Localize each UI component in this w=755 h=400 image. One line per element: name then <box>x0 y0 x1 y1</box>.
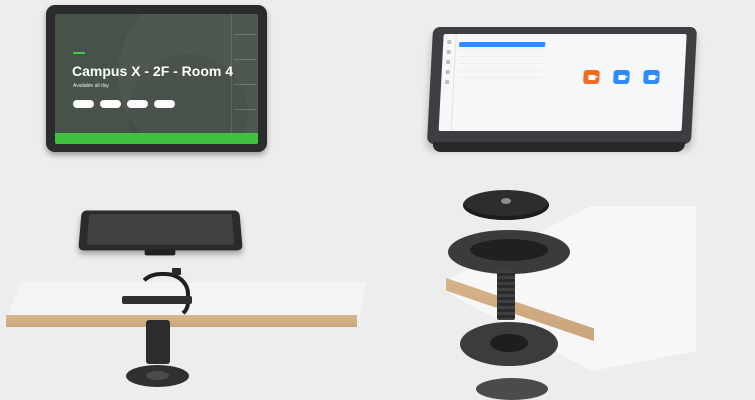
camera-icon <box>617 74 626 80</box>
tablet-stand <box>144 249 176 256</box>
timeline-tick <box>234 109 256 110</box>
timeline-tick <box>234 34 256 35</box>
share-screen-button[interactable] <box>643 70 660 84</box>
availability-status: Available all day <box>73 83 110 89</box>
meeting-list <box>455 38 546 131</box>
day-timeline <box>231 14 258 135</box>
meeting-item[interactable] <box>457 75 544 78</box>
new-meeting-action[interactable] <box>581 70 602 86</box>
washer <box>476 378 548 400</box>
tablet-base <box>432 142 686 152</box>
meeting-item[interactable] <box>457 68 544 71</box>
booking-screen: Campus X - 2F - Room 4 Available all day <box>55 14 258 144</box>
join-button[interactable] <box>613 70 630 84</box>
timeline-header <box>232 14 258 17</box>
mounted-tablet-screen <box>86 214 235 245</box>
room-name: Campus X - 2F - Room 4 <box>72 63 234 79</box>
nav-icon[interactable] <box>445 80 450 84</box>
meeting-actions <box>581 70 662 86</box>
status-badge <box>73 52 85 54</box>
time-button[interactable] <box>127 100 148 108</box>
mount-post <box>146 320 170 364</box>
threaded-bolt <box>497 270 515 320</box>
product-scene: Campus X - 2F - Room 4 Available all day <box>0 0 755 400</box>
share-screen-action[interactable] <box>641 70 662 86</box>
nav-icon[interactable] <box>447 40 452 44</box>
controller-sidebar <box>438 34 457 131</box>
meeting-item[interactable] <box>458 61 545 64</box>
mounted-tablet <box>78 210 243 256</box>
clamp-plate <box>122 296 192 304</box>
camera-icon <box>587 74 596 80</box>
booking-action-bar <box>55 133 258 144</box>
time-button[interactable] <box>100 100 121 108</box>
meeting-controller-tablet <box>426 27 698 152</box>
mount-ring <box>448 230 570 274</box>
cable-plug <box>172 268 181 275</box>
nav-icon[interactable] <box>445 70 450 74</box>
join-action[interactable] <box>611 70 632 86</box>
nav-icon[interactable] <box>446 60 451 64</box>
mount-cap <box>463 190 549 220</box>
controller-screen <box>438 34 687 131</box>
locking-nut <box>460 322 558 366</box>
meeting-item[interactable] <box>458 54 545 57</box>
time-button[interactable] <box>154 100 175 108</box>
nav-icon[interactable] <box>446 50 451 54</box>
time-button-group <box>73 100 175 108</box>
time-button[interactable] <box>73 100 94 108</box>
mount-base-disk <box>126 365 189 387</box>
timeline-tick <box>234 84 256 85</box>
timeline-tick <box>234 59 256 60</box>
new-meeting-button[interactable] <box>583 70 600 84</box>
room-booking-tablet: Campus X - 2F - Room 4 Available all day <box>46 5 267 152</box>
start-meeting-button[interactable] <box>459 42 546 47</box>
share-screen-icon <box>647 74 656 80</box>
meeting-item[interactable] <box>458 42 546 50</box>
